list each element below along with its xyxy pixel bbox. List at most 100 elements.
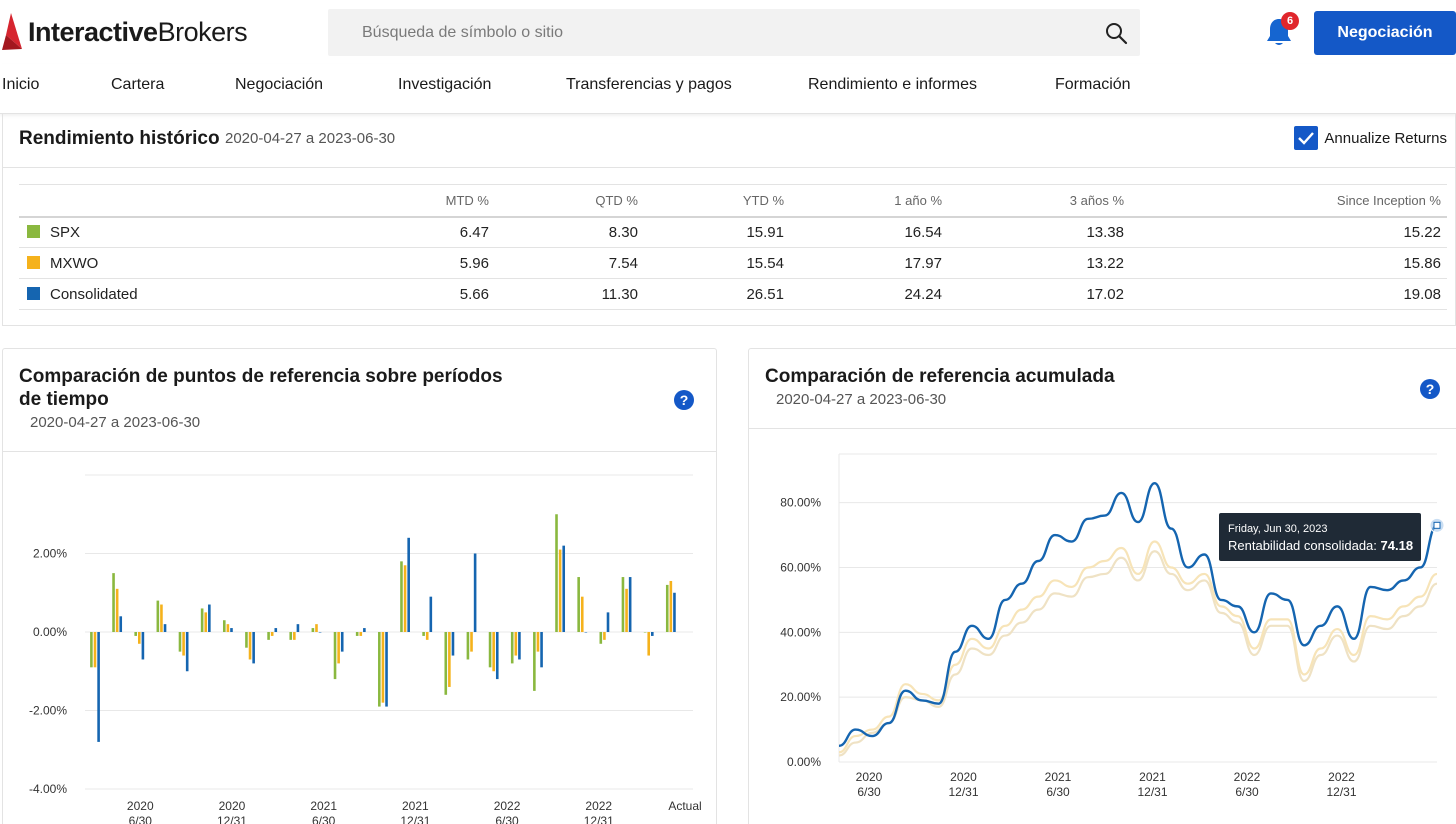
spx-bar bbox=[355, 632, 359, 636]
benchmark-name-cell: MXWO bbox=[19, 247, 329, 279]
x-tick-sublabel: 6/30 bbox=[1046, 785, 1070, 799]
consolidated-bar bbox=[119, 616, 123, 632]
spx-bar bbox=[466, 632, 470, 660]
table-cell: 17.97 bbox=[790, 247, 948, 279]
consolidated-bar bbox=[628, 577, 632, 632]
tooltip-value-line: Rentabilidad consolidada: 74.18 bbox=[1228, 538, 1414, 553]
spx-legend-swatch bbox=[27, 224, 40, 238]
x-tick-label: 2020 bbox=[127, 799, 154, 813]
mxwo-bar bbox=[514, 632, 518, 656]
spx-bar bbox=[222, 620, 226, 632]
spx-bar bbox=[555, 514, 558, 632]
x-tick-label: 2020 bbox=[950, 770, 977, 784]
table-cell: 24.24 bbox=[790, 278, 948, 310]
search-input[interactable] bbox=[362, 9, 1082, 56]
x-tick-sublabel: 12/31 bbox=[948, 785, 978, 799]
x-tick-label: Actual bbox=[668, 799, 701, 813]
search-box[interactable] bbox=[328, 9, 1140, 56]
spx-bar bbox=[444, 632, 448, 695]
table-cell: 15.91 bbox=[644, 216, 790, 248]
mxwo-bar bbox=[425, 632, 429, 640]
mxwo-bar bbox=[603, 632, 606, 640]
spx-bar bbox=[200, 608, 204, 632]
main-nav: Inicio Cartera Negociación Investigación… bbox=[0, 64, 1456, 114]
y-tick-label: -4.00% bbox=[29, 782, 67, 796]
consolidated-bar bbox=[451, 632, 455, 656]
brand-mark-icon bbox=[2, 13, 22, 50]
x-tick-label: 2021 bbox=[310, 799, 337, 813]
mxwo-bar bbox=[182, 632, 185, 656]
spx-bar bbox=[311, 628, 315, 632]
nav-item-transferencias[interactable]: Transferencias y pagos bbox=[566, 76, 732, 94]
table-cell: 26.51 bbox=[644, 278, 790, 310]
search-icon[interactable] bbox=[1104, 21, 1128, 45]
consolidated-legend-swatch bbox=[27, 286, 40, 300]
x-tick-label: 2022 bbox=[494, 799, 521, 813]
brand-logo[interactable]: InteractiveBrokers bbox=[2, 12, 248, 52]
table-cell: 11.30 bbox=[495, 278, 644, 310]
consolidated-bar bbox=[673, 592, 676, 632]
consolidated-bar bbox=[318, 632, 322, 633]
x-tick-sublabel: 12/31 bbox=[1326, 785, 1356, 799]
x-tick-sublabel: 12/31 bbox=[584, 814, 614, 824]
trade-button[interactable]: Negociación bbox=[1314, 11, 1456, 55]
mxwo-bar bbox=[536, 632, 540, 652]
consolidated-bar bbox=[429, 596, 433, 632]
consolidated-bar bbox=[185, 632, 189, 672]
nav-item-investigacion[interactable]: Investigación bbox=[398, 76, 491, 94]
annualize-checkbox[interactable] bbox=[1294, 126, 1319, 150]
nav-item-formacion[interactable]: Formación bbox=[1055, 76, 1131, 94]
performance-table: MTD % QTD % YTD % 1 año % 3 años % Since… bbox=[19, 184, 1447, 310]
mxwo-bar bbox=[137, 632, 141, 644]
consolidated-bar bbox=[252, 632, 255, 664]
spx-bar bbox=[156, 600, 160, 632]
mxwo-bar bbox=[669, 580, 673, 632]
spx-bar bbox=[621, 577, 625, 632]
hover-marker-point bbox=[1433, 521, 1441, 529]
spx-bar bbox=[599, 632, 603, 644]
consolidated-bar bbox=[141, 632, 145, 660]
mxwo-bar bbox=[270, 632, 274, 636]
help-icon[interactable]: ? bbox=[674, 390, 694, 410]
cumulative-comparison-range: 2020-04-27 a 2023-06-30 bbox=[776, 391, 947, 408]
x-tick-label: 2020 bbox=[219, 799, 246, 813]
spx-bar bbox=[178, 632, 182, 652]
x-tick-label: 2021 bbox=[1045, 770, 1072, 784]
column-header: YTD % bbox=[644, 184, 790, 218]
spx-bar bbox=[577, 577, 580, 632]
x-tick-sublabel: 12/31 bbox=[1137, 785, 1167, 799]
consolidated-bar bbox=[208, 604, 211, 632]
consolidated-bar bbox=[363, 628, 366, 632]
y-tick-label: 2.00% bbox=[33, 547, 67, 561]
help-icon[interactable]: ? bbox=[1420, 379, 1440, 399]
mxwo-bar bbox=[580, 596, 584, 632]
consolidated-bar bbox=[230, 628, 233, 632]
nav-item-negociacion[interactable]: Negociación bbox=[235, 76, 323, 94]
spx-bar bbox=[245, 632, 248, 648]
mxwo-bar bbox=[226, 624, 230, 632]
x-tick-sublabel: 6/30 bbox=[312, 814, 336, 824]
consolidated-bar bbox=[584, 632, 588, 633]
spx-bar bbox=[643, 632, 647, 633]
nav-item-cartera[interactable]: Cartera bbox=[111, 76, 164, 94]
mxwo-bar bbox=[315, 624, 318, 632]
spx-bar bbox=[422, 632, 425, 636]
consolidated-bar bbox=[562, 545, 566, 632]
consolidated-bar bbox=[495, 632, 499, 680]
chart-tooltip: Friday, Jun 30, 2023 Rentabilidad consol… bbox=[1219, 513, 1421, 561]
annualize-returns-toggle[interactable]: Annualize Returns bbox=[1294, 126, 1447, 150]
x-tick-label: 2021 bbox=[1139, 770, 1166, 784]
column-header: 3 años % bbox=[948, 184, 1130, 218]
table-cell: 13.38 bbox=[948, 216, 1130, 248]
table-cell: 15.22 bbox=[1130, 216, 1447, 248]
period-comparison-title: Comparación de puntos de referencia sobr… bbox=[19, 366, 503, 410]
nav-item-inicio[interactable]: Inicio bbox=[2, 76, 39, 94]
spx-bar bbox=[333, 632, 337, 680]
x-tick-label: 2021 bbox=[402, 799, 429, 813]
mxwo-bar bbox=[293, 632, 296, 640]
table-row: MXWO 5.96 7.54 15.54 17.97 13.22 15.86 bbox=[19, 247, 1447, 279]
spx-bar bbox=[488, 632, 492, 668]
mxwo-bar bbox=[359, 632, 363, 636]
nav-item-rendimiento[interactable]: Rendimiento e informes bbox=[808, 76, 977, 94]
x-tick-sublabel: 12/31 bbox=[217, 814, 247, 824]
